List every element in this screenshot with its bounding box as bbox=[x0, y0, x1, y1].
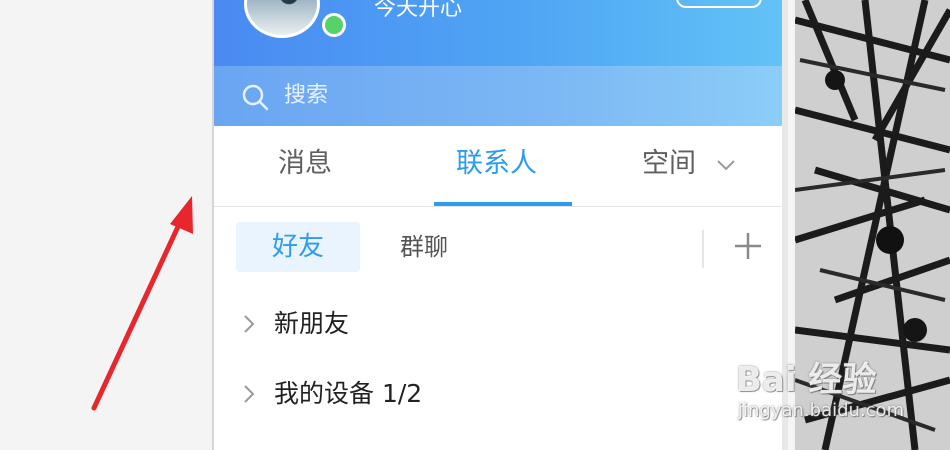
list-item-label: 新朋友 bbox=[274, 309, 350, 338]
watermark-domain: jingyan.baidu.com bbox=[738, 400, 905, 421]
list-item-my-devices[interactable]: 我的设备 1/2 bbox=[214, 364, 782, 424]
search-input[interactable]: 搜索 bbox=[284, 81, 328, 111]
online-status-icon bbox=[322, 13, 346, 37]
avatar[interactable] bbox=[244, 0, 320, 38]
search-icon bbox=[242, 84, 269, 111]
header-button[interactable] bbox=[676, 0, 762, 8]
watermark-brand: Bai 经验 bbox=[736, 360, 877, 400]
tab-space[interactable]: 空间 bbox=[642, 144, 696, 184]
chevron-down-icon[interactable] bbox=[715, 154, 737, 176]
signature-text[interactable]: 今天开心 bbox=[374, 0, 462, 24]
chevron-right-icon bbox=[244, 315, 255, 333]
add-icon[interactable] bbox=[732, 230, 764, 262]
subtab-friends[interactable]: 好友 bbox=[236, 222, 360, 272]
divider bbox=[702, 230, 704, 268]
list-item-label: 我的设备 1/2 bbox=[274, 379, 423, 408]
subtab-groups[interactable]: 群聊 bbox=[400, 222, 448, 272]
main-tabs: 消息 联系人 空间 bbox=[214, 126, 782, 207]
tab-contacts[interactable]: 联系人 bbox=[456, 144, 537, 184]
search-bar[interactable]: 搜索 bbox=[214, 66, 782, 126]
baidu-jingyan-watermark: Bai 经验 jingyan.baidu.com bbox=[726, 360, 946, 430]
chevron-right-icon bbox=[244, 385, 255, 403]
list-item-new-friends[interactable]: 新朋友 bbox=[214, 294, 782, 354]
qq-main-panel: 今天开心 搜索 消息 联系人 空间 好友 群聊 新朋友 我的设备 1/2 bbox=[212, 0, 788, 450]
contact-subtabs: 好友 群聊 bbox=[214, 206, 782, 286]
profile-header: 今天开心 bbox=[214, 0, 782, 66]
desktop-background-left bbox=[0, 0, 212, 450]
tab-messages[interactable]: 消息 bbox=[278, 144, 332, 184]
